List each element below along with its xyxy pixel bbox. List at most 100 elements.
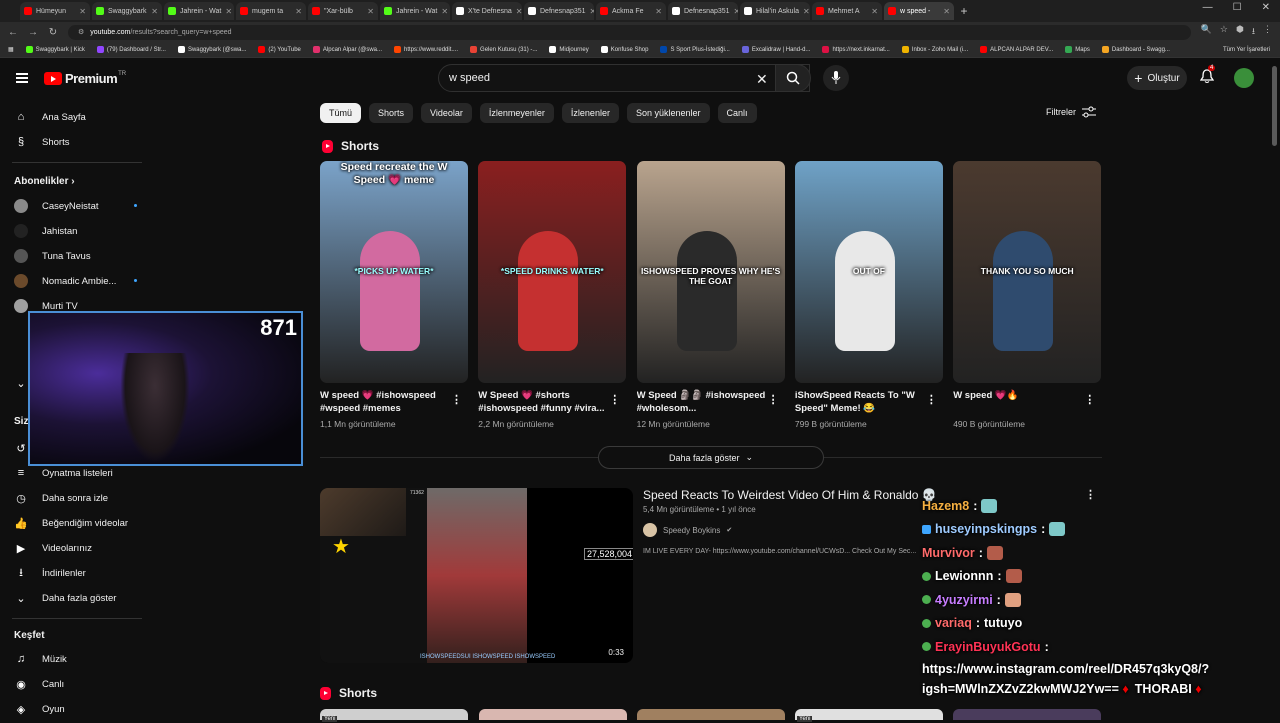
bookmark-item[interactable]: Gelen Kutusu (31) -... (470, 46, 537, 53)
more-options-icon[interactable]: ⋮ (451, 393, 462, 406)
filter-chip[interactable]: Canlı (717, 103, 757, 123)
url-field[interactable]: ⚙ youtube.com/results?search_query=w+spe… (68, 24, 1191, 40)
browser-tab[interactable]: Hilal'in Askula ✕ (740, 2, 810, 20)
tab-close-icon[interactable]: ✕ (79, 7, 86, 16)
browser-tab[interactable]: Jahrein - Wat ✕ (380, 2, 450, 20)
browser-tab[interactable]: Hümeyun ✕ (20, 2, 90, 20)
bookmark-item[interactable]: Inbox - Zoho Mail (i... (901, 46, 968, 53)
short-thumbnail-partial[interactable] (479, 709, 627, 720)
maximize-icon[interactable]: ☐ (1233, 2, 1242, 13)
browser-tab[interactable]: Ackma Fe ✕ (596, 2, 666, 20)
video-title[interactable]: Speed Reacts To Weirdest Video Of Him & … (643, 488, 937, 502)
browser-tab[interactable]: "Xar-bülb ✕ (308, 2, 378, 20)
short-card[interactable]: Speed recreate the W Speed 💗 meme *PICKS … (320, 161, 468, 429)
short-thumbnail[interactable]: *SPEED DRINKS WATER* (478, 161, 627, 383)
hamburger-menu-icon[interactable] (16, 73, 28, 83)
tab-close-icon[interactable]: ✕ (871, 7, 878, 16)
sidebar-item-home[interactable]: ⌂ Ana Sayfa (14, 110, 86, 124)
tab-close-icon[interactable]: ✕ (655, 7, 662, 16)
bookmark-item[interactable]: Midjourney (549, 46, 589, 53)
sidebar-item-live[interactable]: ◉ Canlı (14, 677, 64, 691)
sidebar-item-playlist[interactable]: ≡ Oynatma listeleri (14, 466, 113, 480)
all-bookmarks-folder[interactable]: Tüm Yer İşaretleri (1223, 47, 1270, 53)
bookmark-item[interactable]: Konfuse Shop (600, 46, 648, 53)
subscriptions-heading[interactable]: Abonelikler › (14, 176, 75, 187)
short-card[interactable]: OUT OF iShowSpeed Reacts To "W Speed" Mem… (794, 161, 943, 429)
notifications-button[interactable]: 4 (1199, 65, 1216, 87)
sidebar-item-gaming[interactable]: ◈ Oyun (14, 702, 65, 716)
short-thumbnail-partial[interactable] (953, 709, 1101, 720)
you-heading[interactable]: Siz (14, 416, 28, 427)
bookmark-item[interactable]: https://next.inkarnat... (822, 46, 890, 53)
tab-close-icon[interactable]: ✕ (225, 7, 232, 16)
short-thumbnail-partial[interactable]: Yeni (320, 709, 468, 722)
reload-icon[interactable]: ↻ (48, 27, 58, 38)
tab-close-icon[interactable]: ✕ (367, 7, 374, 16)
back-icon[interactable]: ← (8, 27, 18, 38)
sidebar-item-chevron-down[interactable]: ⌄ Daha fazla göster (14, 591, 116, 605)
bookmark-item[interactable]: S Sport Plus-İstediği... (660, 46, 730, 53)
filter-chip[interactable]: Shorts (369, 103, 414, 123)
extension-icon[interactable]: ⬢ (1236, 24, 1244, 40)
new-tab-icon[interactable]: + (956, 3, 972, 19)
filter-chip[interactable]: Tümü (320, 103, 362, 123)
tab-close-icon[interactable]: ✕ (516, 7, 522, 16)
short-title[interactable]: W Speed 💗 #shorts #ishowspeed #funny #vi… (478, 389, 608, 415)
sidebar-item-video[interactable]: ▶ Videolarınız (14, 541, 92, 555)
clear-search-icon[interactable]: ✕ (756, 71, 768, 88)
video-thumbnail[interactable]: ★ 71362 ISHOWSPEEDSUI ISHOWSPEED ISHOWSP… (320, 488, 633, 663)
short-title[interactable]: W Speed 🗿🗿 #ishowspeed #wholesom... (637, 389, 767, 415)
filter-chip[interactable]: İzlenmeyenler (479, 103, 554, 123)
bookmark-item[interactable]: Alpcan Alpar (@swa... (312, 46, 382, 53)
voice-search-button[interactable] (823, 65, 849, 91)
browser-tab[interactable]: Defnesnap351 ✕ (524, 2, 594, 20)
short-thumbnail[interactable]: ISHOWSPEED PROVES WHY HE'S THE GOAT (636, 161, 785, 383)
browser-tab[interactable]: X'te Defnesna ✕ (452, 2, 522, 20)
sidebar-item-music[interactable]: ♫ Müzik (14, 652, 67, 666)
filter-chip[interactable]: Son yüklenenler (626, 103, 710, 123)
site-info-icon[interactable]: ⚙ (78, 28, 84, 36)
more-options-icon[interactable]: ⋮ (926, 393, 937, 406)
bookmark-item[interactable]: Maps (1065, 46, 1090, 53)
sidebar-item-shorts[interactable]: § Shorts (14, 135, 70, 149)
more-options-icon[interactable]: ⋮ (1084, 393, 1095, 406)
short-title[interactable]: iShowSpeed Reacts To "W Speed" Meme! 😂 (795, 389, 925, 415)
bookmark-item[interactable]: (2) YouTube (258, 46, 301, 53)
sidebar-subscription[interactable]: CaseyNeistat (14, 199, 137, 213)
bookmark-item[interactable]: Swaggybark | Kick (25, 46, 85, 53)
minimize-icon[interactable]: — (1203, 2, 1213, 13)
subscriptions-expand[interactable]: ⌄ (14, 376, 28, 390)
bookmark-item[interactable]: https://www.reddit.... (394, 46, 458, 53)
download-toolbar-icon[interactable]: ⭳ (1252, 24, 1255, 40)
browser-tab[interactable]: Mehmet A ✕ (812, 2, 882, 20)
browser-tab[interactable]: Defnesnap351 ✕ (668, 2, 738, 20)
filter-chip[interactable]: İzlenenler (561, 103, 619, 123)
sidebar-subscription[interactable]: Jahistan (14, 224, 77, 238)
more-options-icon[interactable]: ⋮ (609, 393, 620, 406)
short-title[interactable]: W speed 💗 #ishowspeed #wspeed #memes (320, 389, 450, 415)
search-button[interactable] (775, 64, 811, 92)
short-thumbnail[interactable]: THANK YOU SO MUCH (953, 161, 1102, 383)
browser-tab[interactable]: w speed - ✕ (884, 2, 954, 20)
youtube-premium-logo[interactable]: Premium TR (44, 71, 126, 86)
menu-dots-icon[interactable]: ⋮ (1263, 24, 1272, 40)
tab-close-icon[interactable]: ✕ (734, 7, 738, 16)
browser-tab[interactable]: mugem ta ✕ (236, 2, 306, 20)
tab-close-icon[interactable]: ✕ (151, 7, 158, 16)
zoom-icon[interactable]: 🔍 (1201, 24, 1212, 40)
show-more-shorts-button[interactable]: Daha fazla göster ⌄ (598, 446, 824, 469)
tab-close-icon[interactable]: ✕ (943, 7, 950, 16)
short-card[interactable]: ISHOWSPEED PROVES WHY HE'S THE GOAT W Spe… (636, 161, 785, 429)
sidebar-item-download[interactable]: ⭳ İndirilenler (14, 566, 86, 580)
tab-close-icon[interactable]: ✕ (295, 7, 302, 16)
bookmark-item[interactable]: Dashboard - Swagg... (1101, 46, 1170, 53)
bookmark-item[interactable]: Excalidraw | Hand-d... (741, 46, 810, 53)
bookmark-item[interactable]: (79) Dashboard / Str... (96, 46, 166, 53)
short-thumbnail[interactable]: Speed recreate the W Speed 💗 meme *PICKS … (320, 161, 468, 383)
sidebar-item-clock[interactable]: ◷ Daha sonra izle (14, 491, 108, 505)
video-channel[interactable]: Speedy Boykins ✔ (643, 523, 732, 537)
history-item[interactable]: ↺ (14, 441, 28, 455)
apps-icon[interactable]: ▦ (8, 46, 14, 53)
short-thumbnail-partial[interactable]: Yeni (795, 709, 943, 722)
create-button[interactable]: + Oluştur (1127, 66, 1187, 90)
